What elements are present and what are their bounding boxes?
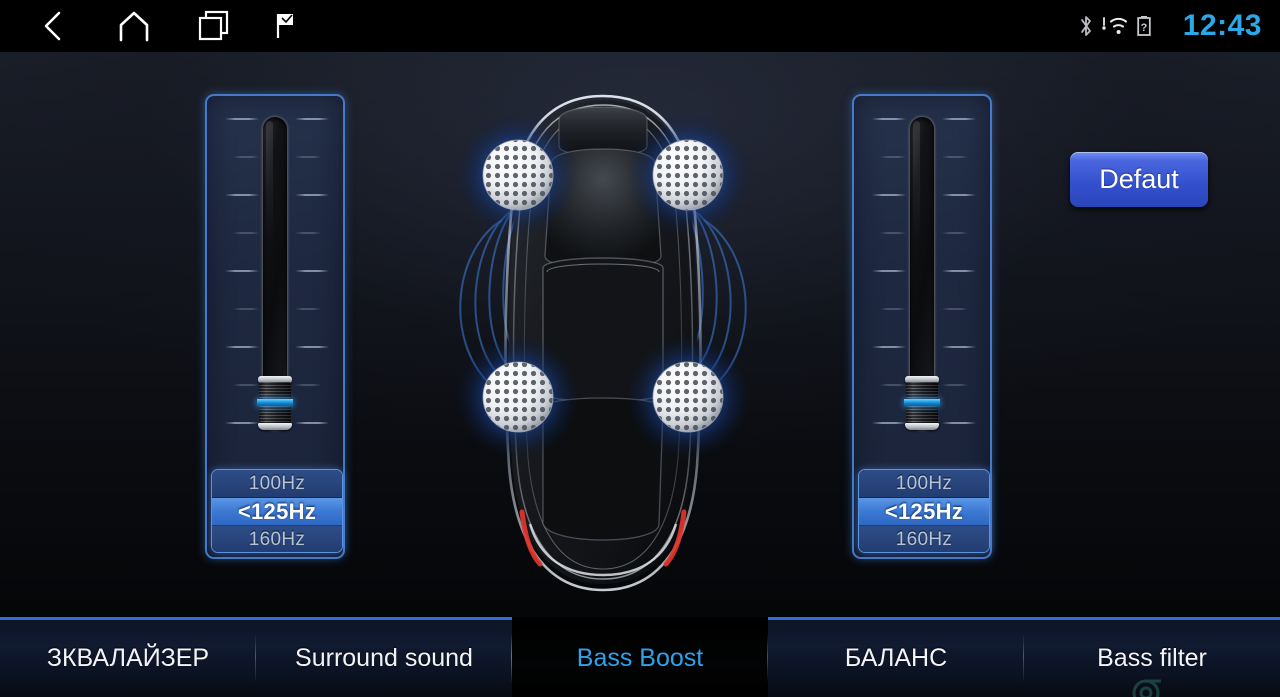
tick-mark (225, 346, 259, 348)
svg-text:?: ? (1141, 22, 1148, 34)
tick-mark (233, 384, 259, 386)
right-slider-track-area[interactable] (854, 96, 990, 468)
tick-mark (295, 232, 321, 234)
tick-mark (942, 346, 976, 348)
clock: 12:43 (1182, 9, 1262, 42)
back-icon (44, 11, 61, 41)
tick-mark (295, 384, 321, 386)
status-bar: ? 12:43 (0, 0, 1280, 52)
thumb-cap-bottom (258, 423, 292, 430)
home-icon (119, 11, 149, 42)
tick-mark (295, 194, 329, 196)
right-bass-slider-panel[interactable]: 100Hz <125Hz 160Hz (852, 94, 992, 559)
speaker-front-left (456, 113, 580, 237)
tick-mark (942, 232, 968, 234)
left-bass-slider-panel[interactable]: 100Hz <125Hz 160Hz (205, 94, 345, 559)
tick-mark (295, 422, 329, 424)
tick-mark (233, 232, 259, 234)
flag-button[interactable] (255, 0, 317, 52)
right-slider-thumb[interactable] (904, 376, 940, 430)
tick-mark (880, 384, 906, 386)
frequency-option[interactable]: 160Hz (212, 526, 342, 552)
frequency-option-selected[interactable]: <125Hz (212, 498, 342, 526)
tick-mark (942, 270, 976, 272)
tick-mark (942, 422, 976, 424)
speaker-front-right (626, 113, 750, 237)
tick-mark (942, 384, 968, 386)
tab-bass-boost[interactable]: Bass Boost (511, 617, 768, 697)
left-frequency-list[interactable]: 100Hz <125Hz 160Hz (211, 469, 343, 553)
frequency-option[interactable]: 100Hz (212, 470, 342, 498)
tick-mark (225, 422, 259, 424)
recents-icon (198, 10, 229, 41)
thumb-indicator-led (257, 399, 293, 406)
speaker-rear-right (626, 335, 750, 459)
frequency-option[interactable]: 160Hz (859, 526, 989, 552)
tick-mark (942, 308, 968, 310)
tick-mark (872, 194, 906, 196)
tick-mark (295, 308, 321, 310)
thumb-cap-bottom (905, 423, 939, 430)
tick-mark (942, 194, 976, 196)
home-button[interactable] (103, 0, 165, 52)
tick-mark (295, 156, 321, 158)
tick-mark (880, 156, 906, 158)
tab-balance[interactable]: БАЛАНС (768, 617, 1024, 697)
audio-settings-screen: ? 12:43 100Hz <125Hz 160Hz 100Hz <125Hz … (0, 0, 1280, 697)
speaker-rear-left (456, 335, 580, 459)
tick-mark (233, 308, 259, 310)
tick-mark (233, 156, 259, 158)
frequency-option[interactable]: 100Hz (859, 470, 989, 498)
tick-mark (872, 118, 906, 120)
default-button[interactable]: Defaut (1070, 152, 1208, 207)
tick-mark (225, 118, 259, 120)
left-slider-track-area[interactable] (207, 96, 343, 468)
thumb-indicator-led (904, 399, 940, 406)
flag-icon (276, 14, 293, 38)
battery-unknown-icon: ? (1137, 16, 1151, 36)
car-speaker-diagram (430, 72, 850, 617)
tick-mark (872, 270, 906, 272)
bottom-tab-bar: ЗКВАЛАЙЗЕР Surround sound Bass Boost БАЛ… (0, 617, 1280, 697)
tick-mark (880, 308, 906, 310)
left-slider-thumb[interactable] (257, 376, 293, 430)
tab-surround-sound[interactable]: Surround sound (256, 617, 512, 697)
tick-mark (872, 346, 906, 348)
tab-equalizer[interactable]: ЗКВАЛАЙЗЕР (0, 617, 256, 697)
right-frequency-list[interactable]: 100Hz <125Hz 160Hz (858, 469, 990, 553)
main-content: 100Hz <125Hz 160Hz 100Hz <125Hz 160Hz De… (0, 52, 1280, 617)
wifi-icon (1102, 17, 1128, 34)
tick-mark (295, 346, 329, 348)
frequency-option-selected[interactable]: <125Hz (859, 498, 989, 526)
recent-apps-button[interactable] (183, 0, 245, 52)
car-diagram-svg (456, 94, 750, 592)
tick-mark (942, 156, 968, 158)
tick-mark (225, 194, 259, 196)
bluetooth-icon (1081, 16, 1091, 36)
tab-bass-filter[interactable]: Bass filter (1024, 617, 1280, 697)
tick-mark (942, 118, 976, 120)
tick-mark (225, 270, 259, 272)
back-button[interactable] (22, 0, 84, 52)
system-status-icons: ? (1078, 0, 1152, 52)
tick-mark (872, 422, 906, 424)
tick-mark (295, 118, 329, 120)
tick-mark (880, 232, 906, 234)
tick-mark (295, 270, 329, 272)
